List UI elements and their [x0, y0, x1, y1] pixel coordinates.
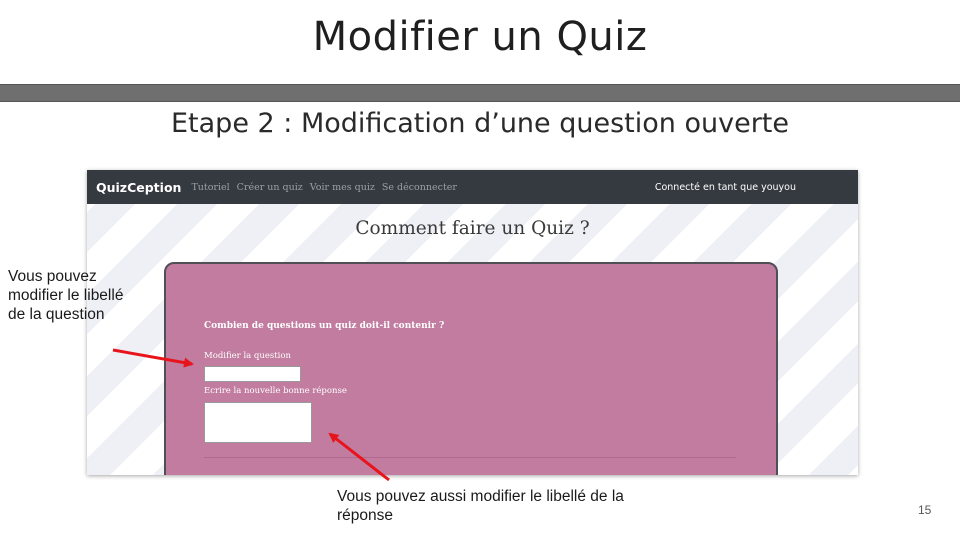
modify-question-label: Modifier la question: [204, 351, 291, 361]
answer-label: Ecrire la nouvelle bonne réponse: [204, 386, 347, 396]
nav-deconnecter[interactable]: Se déconnecter: [382, 182, 457, 193]
annotation-left: Vous pouvez modifier le libellé de la qu…: [8, 268, 124, 323]
brand-link[interactable]: QuizCeption: [96, 180, 181, 195]
app-screenshot: QuizCeption Tutoriel Créer un quiz Voir …: [87, 170, 858, 475]
slide-subtitle: Etape 2 : Modification d’une question ou…: [170, 108, 789, 139]
slide-title: Modifier un Quiz: [312, 14, 648, 60]
nav-creer-quiz[interactable]: Créer un quiz: [237, 182, 303, 193]
page-heading: Comment faire un Quiz ?: [355, 218, 590, 239]
user-status: Connecté en tant que youyou: [654, 181, 796, 193]
title-divider-bar: [0, 84, 960, 102]
question-text: Combien de questions un quiz doit-il con…: [204, 321, 445, 331]
card-divider: [204, 457, 736, 458]
nav-tutoriel[interactable]: Tutoriel: [191, 182, 229, 193]
answer-textarea[interactable]: [204, 402, 312, 443]
annotation-bottom: Vous pouvez aussi modifier le libellé de…: [337, 488, 624, 524]
app-navbar: QuizCeption Tutoriel Créer un quiz Voir …: [87, 170, 858, 204]
nav-voir-quiz[interactable]: Voir mes quiz: [310, 182, 375, 193]
page-number: 15: [918, 503, 932, 517]
question-card: Combien de questions un quiz doit-il con…: [164, 262, 778, 475]
question-input[interactable]: [204, 366, 301, 382]
